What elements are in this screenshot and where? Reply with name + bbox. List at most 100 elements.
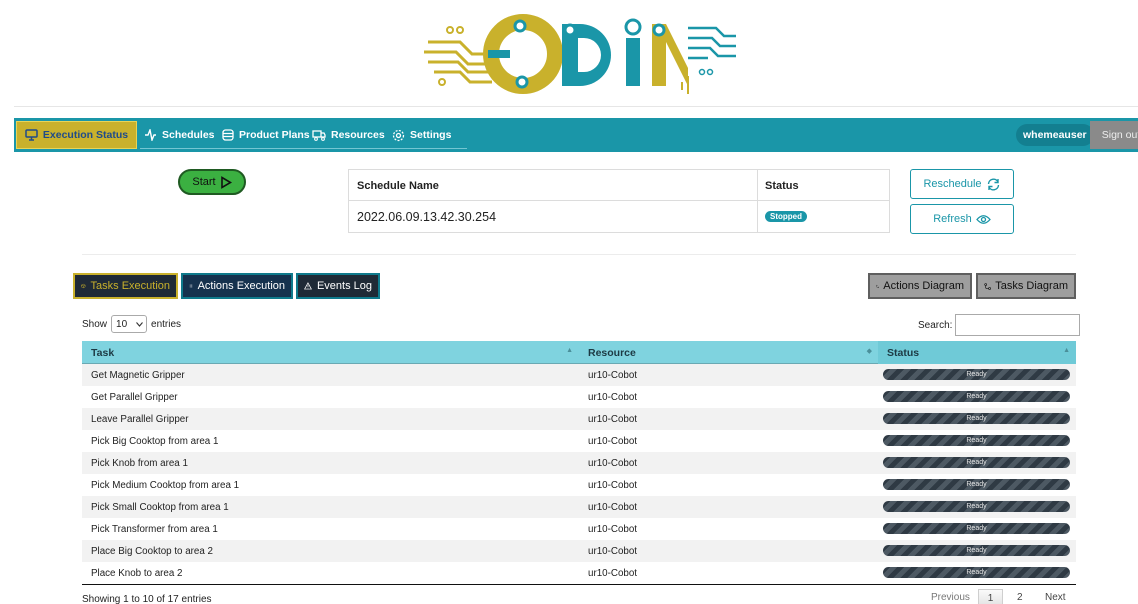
status-progress-bar: Ready	[883, 545, 1070, 556]
task-cell: Place Knob to area 2	[91, 567, 183, 579]
task-cell: Pick Transformer from area 1	[91, 523, 218, 535]
tab-tasks-execution[interactable]: Tasks Execution	[73, 273, 178, 299]
list-icon	[189, 284, 193, 288]
status-progress-bar: Ready	[883, 413, 1070, 424]
table-row[interactable]: Place Knob to area 2 ur10-Cobot Ready	[82, 562, 1076, 584]
diagram-icon	[984, 282, 991, 290]
nav-underline	[140, 148, 467, 149]
resource-cell: ur10-Cobot	[588, 567, 638, 579]
pulse-icon	[145, 129, 156, 141]
table-row[interactable]: Place Big Cooktop to area 2 ur10-Cobot Rea…	[82, 540, 1076, 562]
nav-product-plans[interactable]: Product Plans	[222, 121, 310, 149]
column-label: Resource	[588, 346, 636, 359]
chevron-down-icon	[136, 321, 143, 327]
status-badge: Stopped	[765, 211, 807, 222]
table-row[interactable]: Pick Medium Cooktop from area 1 ur10-Cobo…	[82, 474, 1076, 496]
status-progress-bar: Ready	[883, 435, 1070, 446]
search-label: Search:	[918, 319, 953, 331]
tab-label: Actions Execution	[197, 280, 285, 292]
table-row[interactable]: Pick Knob from area 1 ur10-Cobot Ready	[82, 452, 1076, 474]
table-row[interactable]: Pick Big Cooktop from area 1 ur10-Cobot Re…	[82, 430, 1076, 452]
status-progress-bar: Ready	[883, 501, 1070, 512]
reschedule-button[interactable]: Reschedule	[910, 169, 1014, 199]
column-label: Task	[91, 346, 115, 359]
table-body: Get Magnetic Gripper ur10-Cobot Ready Get P…	[82, 364, 1076, 584]
page-length-control: Show 10 entries	[82, 315, 181, 333]
schedule-table: Schedule Name Status 2022.06.09.13.42.30…	[348, 169, 890, 233]
refresh-button[interactable]: Refresh	[910, 204, 1014, 234]
signout-button[interactable]: Sign out	[1090, 121, 1138, 149]
reschedule-label: Reschedule	[923, 178, 982, 190]
nav-label: Product Plans	[239, 129, 310, 141]
column-header-status[interactable]: Status ▲	[878, 341, 1076, 364]
status-progress-bar: Ready	[883, 523, 1070, 534]
resource-cell: ur10-Cobot	[588, 479, 638, 491]
refresh-cycle-icon	[987, 178, 999, 190]
task-cell: Pick Knob from area 1	[91, 457, 188, 469]
search-input[interactable]	[955, 314, 1081, 336]
page-length-select[interactable]: 10	[111, 315, 148, 333]
tab-label: Events Log	[316, 280, 372, 292]
table-row[interactable]: Pick Small Cooktop from area 1 ur10-Cobot…	[82, 496, 1076, 518]
task-cell: Pick Medium Cooktop from area 1	[91, 479, 240, 491]
column-header-resource[interactable]: Resource ◆	[579, 341, 878, 364]
resource-cell: ur10-Cobot	[588, 545, 638, 557]
schedule-row: 2022.06.09.13.42.30.254 Stopped	[349, 201, 889, 232]
diagram-label: Tasks Diagram	[995, 280, 1068, 292]
odin-logo	[424, 14, 736, 94]
warning-icon	[304, 282, 312, 290]
nav-label: Settings	[410, 129, 452, 141]
table-row[interactable]: Get Parallel Gripper ur10-Cobot Ready	[82, 386, 1076, 408]
tab-label: Tasks Execution	[90, 280, 170, 292]
table-search: Search:	[918, 314, 1081, 336]
user-badge[interactable]: whemeauser	[1016, 124, 1094, 146]
table-bottom-rule	[82, 584, 1076, 585]
table-info: Showing 1 to 10 of 17 entries	[82, 594, 212, 604]
tab-events-log[interactable]: Events Log	[296, 273, 380, 299]
pagination-page-1[interactable]: 1	[978, 589, 1003, 604]
header-divider	[14, 106, 1138, 107]
tab-actions-execution[interactable]: Actions Execution	[181, 273, 293, 299]
nav-resources[interactable]: Resources	[312, 121, 385, 149]
tasks-table: Task ▲ Resource ◆ Status ▲ Get Magnetic …	[82, 341, 1076, 585]
table-row[interactable]: Get Magnetic Gripper ur10-Cobot Ready	[82, 364, 1076, 386]
nav-execution-status[interactable]: Execution Status	[16, 121, 137, 149]
task-cell: Get Magnetic Gripper	[91, 369, 185, 381]
column-header-task[interactable]: Task ▲	[82, 341, 579, 364]
sort-icon: ▲	[1063, 347, 1070, 354]
play-icon	[220, 175, 232, 189]
schedule-name-header: Schedule Name	[357, 179, 439, 192]
page-length-value: 10	[116, 318, 128, 330]
pagination-page-2[interactable]: 2	[1017, 592, 1023, 603]
table-row[interactable]: Leave Parallel Gripper ur10-Cobot Ready	[82, 408, 1076, 430]
pagination-previous[interactable]: Previous	[931, 592, 970, 603]
database-icon	[222, 129, 234, 141]
section-divider	[82, 254, 1076, 255]
nav-label: Schedules	[162, 129, 215, 141]
truck-icon	[312, 130, 326, 141]
nav-schedules[interactable]: Schedules	[144, 121, 215, 149]
resource-cell: ur10-Cobot	[588, 391, 638, 403]
table-header-row: Task ▲ Resource ◆ Status ▲	[82, 341, 1076, 364]
schedule-header-row: Schedule Name Status	[349, 170, 889, 201]
monitor-icon	[25, 129, 38, 141]
nav-label: Resources	[331, 129, 385, 141]
task-cell: Pick Small Cooktop from area 1	[91, 501, 229, 513]
status-progress-bar: Ready	[883, 391, 1070, 402]
diagram-label: Actions Diagram	[883, 280, 964, 292]
nav-settings[interactable]: Settings	[392, 121, 451, 149]
eye-icon	[975, 214, 991, 224]
pagination-next[interactable]: Next	[1045, 592, 1066, 603]
refresh-label: Refresh	[933, 213, 972, 225]
table-row[interactable]: Pick Transformer from area 1 ur10-Cobot Re…	[82, 518, 1076, 540]
tasks-diagram-button[interactable]: Tasks Diagram	[976, 273, 1076, 299]
task-cell: Leave Parallel Gripper	[91, 413, 189, 425]
resource-cell: ur10-Cobot	[588, 457, 638, 469]
schedule-status-header: Status	[765, 179, 799, 192]
actions-diagram-button[interactable]: Actions Diagram	[868, 273, 972, 299]
resource-cell: ur10-Cobot	[588, 369, 638, 381]
diagram-icon	[876, 284, 880, 288]
gear-icon	[392, 129, 405, 141]
start-label: Start	[192, 176, 216, 188]
start-button[interactable]: Start	[178, 169, 246, 195]
